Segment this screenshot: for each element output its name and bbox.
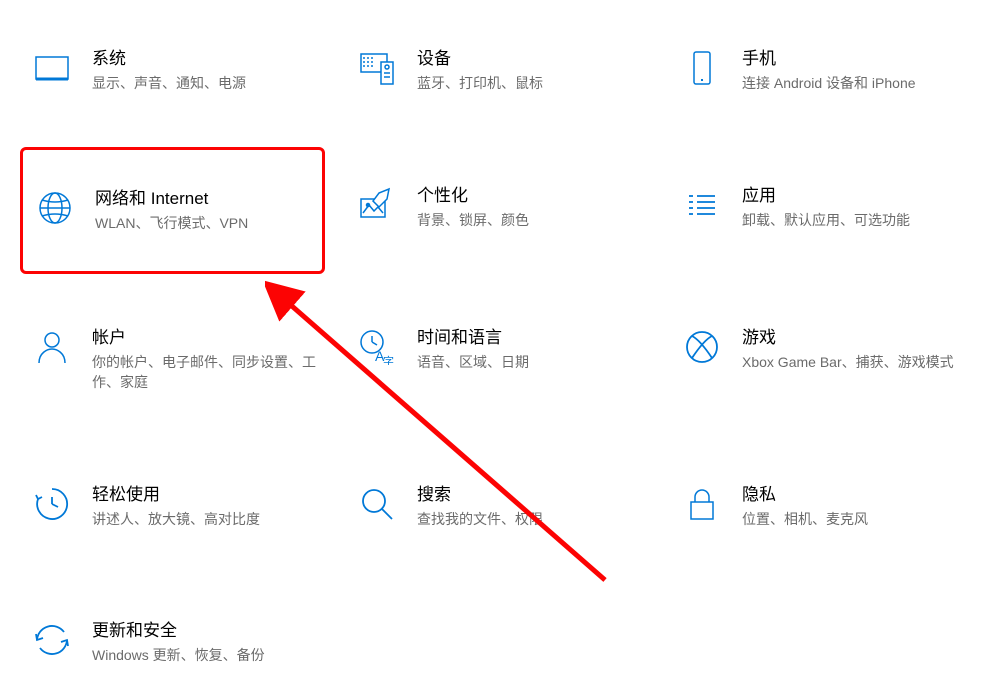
settings-item-update[interactable]: 更新和安全 Windows 更新、恢复、备份: [20, 612, 325, 674]
svg-text:字: 字: [383, 354, 394, 365]
lock-icon: [682, 484, 722, 524]
person-icon: [32, 327, 72, 367]
settings-item-search[interactable]: 搜索 查找我的文件、权限: [345, 476, 650, 538]
item-title: 搜索: [417, 484, 543, 506]
item-title: 个性化: [417, 185, 529, 207]
item-title: 更新和安全: [92, 620, 265, 642]
settings-item-gaming[interactable]: 游戏 Xbox Game Bar、捕获、游戏模式: [670, 319, 975, 400]
ease-of-access-icon: [32, 484, 72, 524]
item-subtitle: Xbox Game Bar、捕获、游戏模式: [742, 353, 954, 373]
item-subtitle: 蓝牙、打印机、鼠标: [417, 74, 543, 94]
item-title: 设备: [417, 48, 543, 70]
settings-item-phone[interactable]: 手机 连接 Android 设备和 iPhone: [670, 40, 975, 102]
item-subtitle: 位置、相机、麦克风: [742, 510, 868, 530]
settings-grid: 系统 显示、声音、通知、电源 设备 蓝牙、打印机、鼠标 手机 连接 Androi…: [0, 0, 985, 684]
item-title: 网络和 Internet: [95, 188, 248, 210]
item-title: 游戏: [742, 327, 954, 349]
settings-item-ease[interactable]: 轻松使用 讲述人、放大镜、高对比度: [20, 476, 325, 538]
settings-item-system[interactable]: 系统 显示、声音、通知、电源: [20, 40, 325, 102]
settings-item-network[interactable]: 网络和 Internet WLAN、飞行模式、VPN: [20, 147, 325, 275]
globe-icon: [35, 188, 75, 228]
item-title: 帐户: [92, 327, 317, 349]
item-title: 系统: [92, 48, 246, 70]
settings-item-privacy[interactable]: 隐私 位置、相机、麦克风: [670, 476, 975, 538]
item-subtitle: 查找我的文件、权限: [417, 510, 543, 530]
settings-item-accounts[interactable]: 帐户 你的帐户、电子邮件、同步设置、工作、家庭: [20, 319, 325, 400]
time-language-icon: A 字: [357, 327, 397, 367]
display-icon: [32, 48, 72, 88]
item-subtitle: 你的帐户、电子邮件、同步设置、工作、家庭: [92, 353, 317, 392]
settings-item-time-language[interactable]: A 字 时间和语言 语音、区域、日期: [345, 319, 650, 400]
settings-item-personalization[interactable]: 个性化 背景、锁屏、颜色: [345, 177, 650, 245]
item-subtitle: WLAN、飞行模式、VPN: [95, 214, 248, 234]
personalization-icon: [357, 185, 397, 225]
item-title: 手机: [742, 48, 916, 70]
item-title: 时间和语言: [417, 327, 529, 349]
item-subtitle: 语音、区域、日期: [417, 353, 529, 373]
apps-icon: [682, 185, 722, 225]
devices-icon: [357, 48, 397, 88]
item-subtitle: Windows 更新、恢复、备份: [92, 646, 265, 666]
search-icon: [357, 484, 397, 524]
item-subtitle: 讲述人、放大镜、高对比度: [92, 510, 260, 530]
item-title: 应用: [742, 185, 910, 207]
update-icon: [32, 620, 72, 660]
item-subtitle: 显示、声音、通知、电源: [92, 74, 246, 94]
item-subtitle: 卸载、默认应用、可选功能: [742, 211, 910, 231]
settings-item-devices[interactable]: 设备 蓝牙、打印机、鼠标: [345, 40, 650, 102]
xbox-icon: [682, 327, 722, 367]
phone-icon: [682, 48, 722, 88]
item-subtitle: 背景、锁屏、颜色: [417, 211, 529, 231]
item-title: 隐私: [742, 484, 868, 506]
item-title: 轻松使用: [92, 484, 260, 506]
settings-item-apps[interactable]: 应用 卸载、默认应用、可选功能: [670, 177, 975, 245]
item-subtitle: 连接 Android 设备和 iPhone: [742, 74, 916, 94]
